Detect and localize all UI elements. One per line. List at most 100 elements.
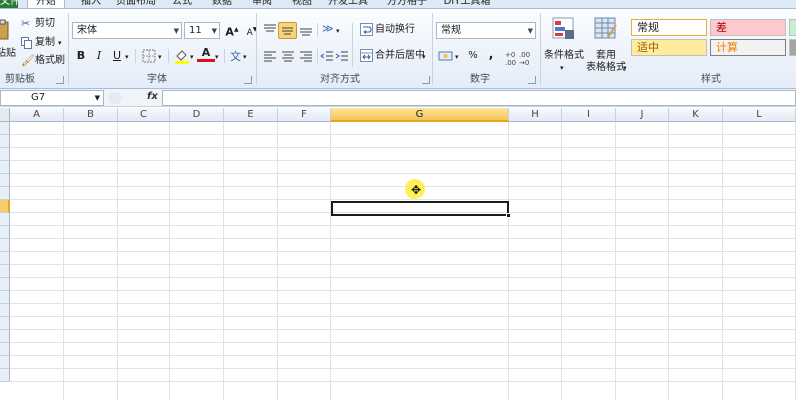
format-painter-button[interactable]: 🖌 格式刷	[21, 54, 65, 69]
row-header-9[interactable]	[0, 226, 10, 239]
merge-dropdown-icon[interactable]: ▾	[422, 50, 426, 64]
column-header-d[interactable]: D	[170, 108, 224, 122]
bold-button[interactable]: B	[72, 48, 90, 64]
align-center-icon[interactable]	[280, 49, 296, 63]
orientation-icon[interactable]: ≫	[322, 22, 334, 35]
style-good[interactable]	[789, 19, 796, 36]
column-header-i[interactable]: I	[562, 108, 616, 122]
tab-fangfang[interactable]: 方方格子	[384, 0, 430, 8]
tab-home[interactable]: 开始	[27, 0, 65, 8]
fill-color-dropdown-icon[interactable]: ▾	[190, 50, 194, 64]
row-header-12[interactable]	[0, 265, 10, 278]
style-neutral[interactable]: 适中	[631, 39, 707, 56]
align-top-icon[interactable]	[262, 23, 278, 37]
insert-function-icon[interactable]: fx	[147, 91, 158, 102]
border-dropdown-icon[interactable]: ▾	[158, 50, 162, 64]
currency-dropdown-icon[interactable]: ▾	[455, 50, 459, 64]
alignment-launcher-icon[interactable]	[422, 76, 430, 84]
align-middle-button[interactable]	[278, 22, 297, 39]
row-header-19[interactable]	[0, 356, 10, 369]
resize-handle[interactable]	[108, 92, 122, 104]
percent-button[interactable]: %	[464, 48, 482, 64]
number-format-combo[interactable]: 常规 ▼	[436, 22, 536, 39]
copy-button[interactable]: 复制 ▾	[21, 36, 65, 51]
comma-style-button[interactable]: ,	[482, 46, 500, 62]
column-header-a[interactable]: A	[10, 108, 64, 122]
row-header-4[interactable]	[0, 161, 10, 174]
tab-file[interactable]: 文件	[0, 0, 20, 8]
column-header-c[interactable]: C	[118, 108, 170, 122]
row-header-14[interactable]	[0, 291, 10, 304]
column-header-f[interactable]: F	[278, 108, 331, 122]
row-header-17[interactable]	[0, 330, 10, 343]
row-header-7[interactable]	[0, 200, 10, 213]
fill-color-icon[interactable]	[174, 48, 190, 64]
increase-decimal-icon[interactable]: +0.00	[505, 51, 516, 67]
font-color-dropdown-icon[interactable]: ▾	[215, 50, 219, 64]
align-right-icon[interactable]	[298, 49, 314, 63]
tab-developer[interactable]: 开发工具	[325, 0, 371, 8]
tab-view[interactable]: 视图	[287, 0, 317, 8]
font-launcher-icon[interactable]	[244, 76, 252, 84]
paste-button[interactable]: 粘贴	[0, 13, 16, 69]
style-normal[interactable]: 常规	[631, 19, 707, 36]
row-header-2[interactable]	[0, 135, 10, 148]
align-bottom-icon[interactable]	[298, 23, 314, 37]
decrease-indent-icon[interactable]	[320, 49, 334, 63]
column-header-h[interactable]: H	[509, 108, 562, 122]
style-calculation[interactable]: 计算	[710, 39, 786, 56]
tab-review[interactable]: 审阅	[247, 0, 277, 8]
row-header-11[interactable]	[0, 252, 10, 265]
font-name-combo[interactable]: 宋体 ▼	[72, 22, 182, 39]
number-launcher-icon[interactable]	[528, 76, 536, 84]
clipboard-launcher-icon[interactable]	[56, 76, 64, 84]
phonetic-icon[interactable]: 文	[230, 48, 241, 64]
format-as-table-button[interactable]: 套用 表格格式 ▾	[586, 15, 628, 73]
copy-dropdown-icon[interactable]: ▾	[58, 36, 62, 50]
tab-page-layout[interactable]: 页面布局	[113, 0, 159, 8]
column-header-k[interactable]: K	[669, 108, 723, 122]
tab-formulas[interactable]: 公式	[167, 0, 197, 8]
row-header-3[interactable]	[0, 148, 10, 161]
column-header-e[interactable]: E	[224, 108, 278, 122]
select-all-corner[interactable]	[0, 108, 10, 122]
row-header-6[interactable]	[0, 187, 10, 200]
orientation-dropdown-icon[interactable]: ▾	[336, 24, 340, 38]
row-header-16[interactable]	[0, 317, 10, 330]
row-header-1[interactable]	[0, 122, 10, 135]
column-header-b[interactable]: B	[64, 108, 118, 122]
row-header-5[interactable]	[0, 174, 10, 187]
column-header-l[interactable]: L	[723, 108, 796, 122]
underline-button[interactable]: U	[108, 48, 126, 64]
style-bad[interactable]: 差	[710, 19, 786, 36]
decrease-decimal-icon[interactable]: .00 →0	[519, 51, 530, 67]
row-header-15[interactable]	[0, 304, 10, 317]
font-color-button[interactable]: A	[197, 46, 215, 62]
italic-button[interactable]: I	[90, 48, 108, 64]
active-cell-g7[interactable]	[331, 201, 509, 216]
currency-icon[interactable]	[438, 49, 454, 63]
row-header-8[interactable]	[0, 213, 10, 226]
align-left-icon[interactable]	[262, 49, 278, 63]
underline-dropdown-icon[interactable]: ▾	[125, 50, 129, 64]
row-header-10[interactable]	[0, 239, 10, 252]
row-header-13[interactable]	[0, 278, 10, 291]
row-header-18[interactable]	[0, 343, 10, 356]
column-header-g[interactable]: G	[331, 108, 509, 122]
phonetic-dropdown-icon[interactable]: ▾	[243, 50, 247, 64]
style-check[interactable]	[789, 39, 796, 56]
tab-insert[interactable]: 插入	[73, 0, 109, 8]
tab-data[interactable]: 数据	[207, 0, 237, 8]
row-header-20[interactable]	[0, 369, 10, 382]
font-size-combo[interactable]: 11 ▼	[184, 22, 220, 39]
shrink-font-button[interactable]: A▼	[243, 22, 261, 38]
fill-handle[interactable]	[506, 213, 511, 218]
tab-diy-toolbox[interactable]: DIY工具箱	[441, 0, 493, 8]
grow-font-button[interactable]: A▲	[223, 22, 241, 39]
border-icon[interactable]	[142, 49, 156, 63]
column-header-j[interactable]: J	[616, 108, 669, 122]
name-box[interactable]: G7 ▼	[0, 90, 104, 106]
wrap-text-button[interactable]: 自动换行	[360, 22, 440, 38]
formula-input[interactable]	[162, 90, 796, 106]
cut-button[interactable]: ✂ 剪切	[21, 17, 61, 32]
